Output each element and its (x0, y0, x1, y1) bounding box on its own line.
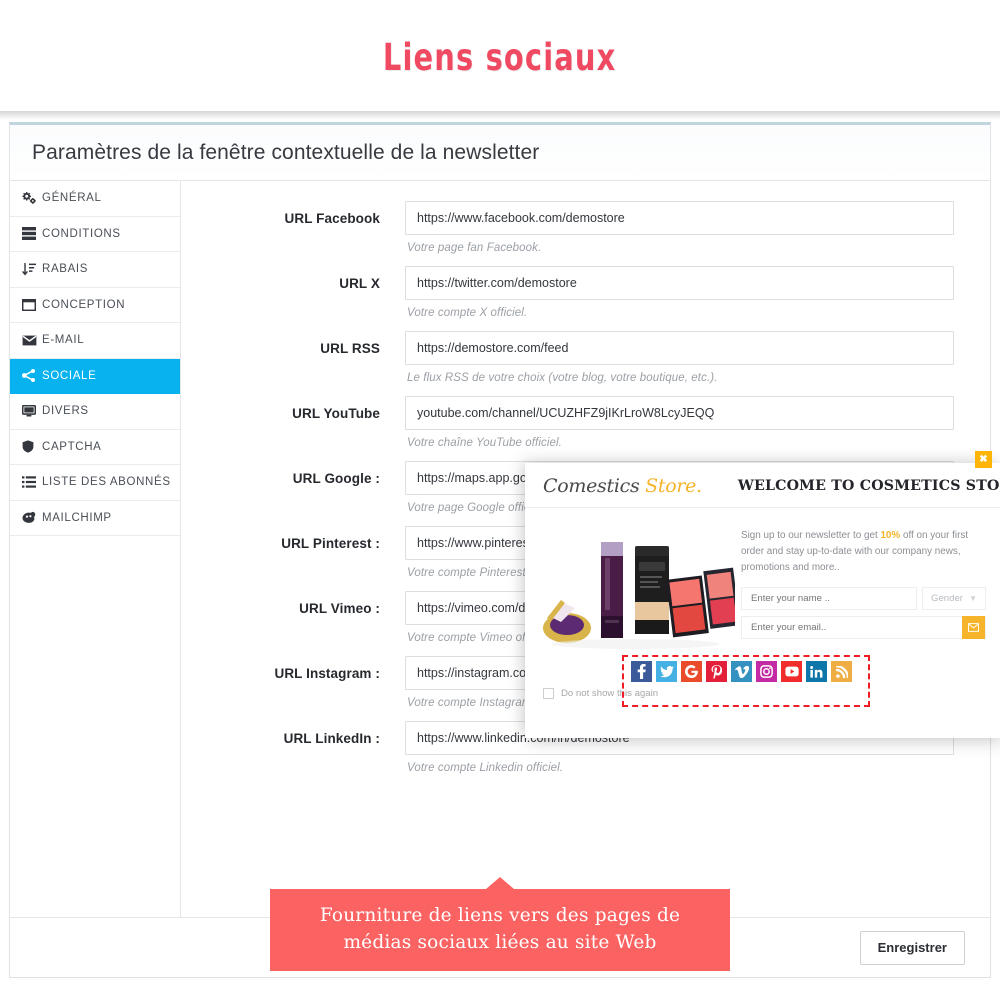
desktop-icon (22, 405, 42, 417)
url-input[interactable] (405, 201, 954, 235)
callout-line-2: médias sociaux liées au site Web (343, 932, 657, 953)
cosmetics-product-image (539, 532, 741, 652)
sidebar-item-label: SOCIALE (42, 369, 97, 382)
twitter-icon[interactable] (656, 661, 677, 682)
popup-social-icons (631, 661, 852, 682)
url-input[interactable] (405, 396, 954, 430)
field-hint: Le flux RSS de votre choix (votre blog, … (407, 372, 718, 384)
popup-gender-label: Gender (931, 593, 963, 605)
popup-name-row: Gender ▼ (741, 587, 986, 611)
share-icon (22, 369, 42, 383)
mailchimp-icon (22, 511, 42, 524)
field-label: URL LinkedIn : (283, 731, 380, 746)
sort-amount-icon (22, 262, 42, 276)
instagram-icon[interactable] (756, 661, 777, 682)
server-icon (22, 227, 42, 241)
close-icon[interactable]: ✖ (975, 451, 992, 468)
pinterest-icon[interactable] (706, 661, 727, 682)
google-icon[interactable] (681, 661, 702, 682)
popup-email-input[interactable] (741, 616, 986, 640)
sidebar-item-conception[interactable]: CONCEPTION (10, 287, 180, 323)
chevron-down-icon: ▼ (969, 594, 977, 604)
sidebar-item-label: LISTE DES ABONNÉS (42, 476, 171, 489)
save-button[interactable]: Enregistrer (859, 930, 965, 965)
field-hint: Votre page fan Facebook. (407, 242, 542, 254)
popup-logo-second: Store. (645, 475, 702, 497)
field-label: URL Vimeo : (299, 601, 380, 616)
linkedin-icon[interactable] (806, 661, 827, 682)
popup-logo-first: Comestics (543, 475, 646, 497)
panel-header: Paramètres de la fenêtre contextuelle de… (10, 125, 990, 181)
sidebar-item-label: E-MAIL (42, 334, 85, 347)
popup-discount-value: 10% (880, 530, 901, 541)
sidebar-item-captcha[interactable]: CAPTCHA (10, 429, 180, 465)
sidebar-item-sociale[interactable]: SOCIALE (10, 358, 180, 394)
form-row: URL YouTube Votre chaîne YouTube officiel… (181, 396, 990, 449)
sidebar-item-rabais[interactable]: RABAIS (10, 252, 180, 288)
url-input[interactable] (405, 331, 954, 365)
popup-description: Sign up to our newsletter to get 10% off… (741, 528, 986, 576)
callout-line-1: Fourniture de liens vers des pages de (319, 905, 681, 927)
field-control: Votre page fan Facebook. (405, 201, 990, 254)
popup-welcome-heading: WELCOME TO COSMETICS STORE (737, 478, 1000, 494)
field-control: Votre chaîne YouTube officiel. (405, 396, 990, 449)
field-label: URL X (339, 276, 380, 291)
annotation-callout: Fourniture de liens vers des pages de mé… (270, 877, 730, 971)
popup-donotshow-checkbox[interactable] (543, 688, 554, 699)
form-row: URL X Votre compte X officiel. (181, 266, 990, 319)
field-control: Le flux RSS de votre choix (votre blog, … (405, 331, 990, 384)
vimeo-icon[interactable] (731, 661, 752, 682)
field-hint: Votre compte X officiel. (407, 307, 528, 319)
field-label: URL RSS (320, 341, 380, 356)
rss-icon[interactable] (831, 661, 852, 682)
product-illustration (543, 542, 741, 649)
sidebar-item-label: CONCEPTION (42, 298, 126, 311)
sidebar-item-mailchimp[interactable]: MAILCHIMP (10, 500, 180, 536)
sidebar-item-liste-des-abonn-s[interactable]: LISTE DES ABONNÉS (10, 465, 180, 501)
sidebar-item-label: RABAIS (42, 263, 89, 276)
youtube-icon[interactable] (781, 661, 802, 682)
form-row: URL RSS Le flux RSS de votre choix (votre… (181, 331, 990, 384)
facebook-icon[interactable] (631, 661, 652, 682)
envelope-icon (968, 623, 979, 632)
panel-header-title: Paramètres de la fenêtre contextuelle de… (32, 140, 540, 164)
popup-header: Comestics Store. WELCOME TO COSMETICS ST… (525, 463, 1000, 508)
popup-email-submit-button[interactable] (962, 616, 985, 640)
window-icon (22, 298, 42, 311)
page-root: Liens sociaux Paramètres de la fenêtre c… (0, 0, 1000, 1000)
popup-email-row (741, 616, 986, 640)
settings-sidebar: GÉNÉRAL CONDITIONS RABAIS CONCEPTION E-MAIL S… (10, 181, 181, 917)
popup-gender-select[interactable]: Gender ▼ (922, 587, 986, 611)
gears-icon (22, 191, 42, 205)
sidebar-item-divers[interactable]: DIVERS (10, 394, 180, 430)
list-icon (22, 476, 42, 488)
envelope-icon (22, 335, 42, 346)
url-input[interactable] (405, 266, 954, 300)
field-hint: Votre chaîne YouTube officiel. (407, 437, 562, 449)
popup-name-input[interactable] (741, 587, 917, 611)
field-label: URL YouTube (292, 406, 380, 421)
popup-logo: Comestics Store. (543, 475, 702, 497)
field-label: URL Pinterest : (281, 536, 380, 551)
field-control: Votre compte X officiel. (405, 266, 990, 319)
field-label: URL Google : (292, 471, 380, 486)
sidebar-item-label: GÉNÉRAL (42, 192, 102, 205)
callout-arrow (486, 877, 514, 889)
page-title: Liens sociaux (383, 35, 617, 79)
sidebar-item-conditions[interactable]: CONDITIONS (10, 216, 180, 252)
sidebar-item-e-mail[interactable]: E-MAIL (10, 323, 180, 359)
sidebar-item-label: DIVERS (42, 405, 89, 418)
field-label: URL Instagram : (274, 666, 380, 681)
sidebar-item-g-n-ral[interactable]: GÉNÉRAL (10, 181, 180, 217)
popup-description-before: Sign up to our newsletter to get (741, 530, 881, 541)
form-row: URL Facebook Votre page fan Facebook. (181, 201, 990, 254)
field-hint: Votre compte Linkedin officiel. (407, 762, 564, 774)
sidebar-item-label: CONDITIONS (42, 227, 121, 240)
field-label: URL Facebook (284, 211, 380, 226)
sidebar-item-label: MAILCHIMP (42, 511, 112, 524)
banner-shadow (0, 111, 1000, 120)
page-banner: Liens sociaux (0, 0, 1000, 114)
sidebar-item-label: CAPTCHA (42, 440, 102, 453)
shield-icon (22, 440, 42, 453)
